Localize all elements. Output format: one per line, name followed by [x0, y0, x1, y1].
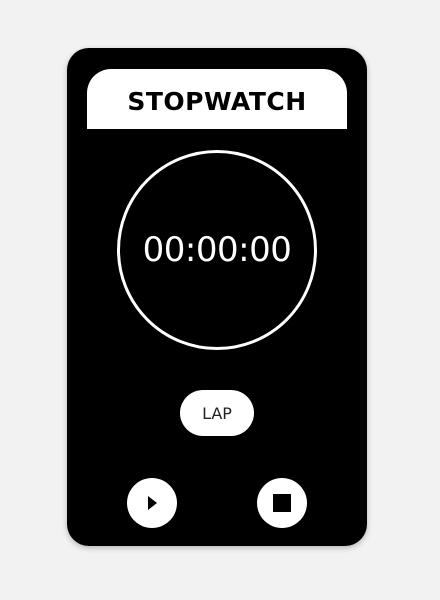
play-icon: [146, 495, 158, 511]
time-dial: 00:00:00: [117, 150, 317, 350]
stop-button[interactable]: [257, 478, 307, 528]
play-button[interactable]: [127, 478, 177, 528]
stopwatch-device: STOPWATCH 00:00:00 LAP: [67, 48, 367, 546]
title-bar: STOPWATCH: [87, 69, 347, 129]
app-title: STOPWATCH: [127, 86, 307, 116]
lap-button[interactable]: LAP: [180, 390, 254, 436]
stop-icon: [272, 493, 292, 513]
time-display: 00:00:00: [142, 230, 292, 270]
